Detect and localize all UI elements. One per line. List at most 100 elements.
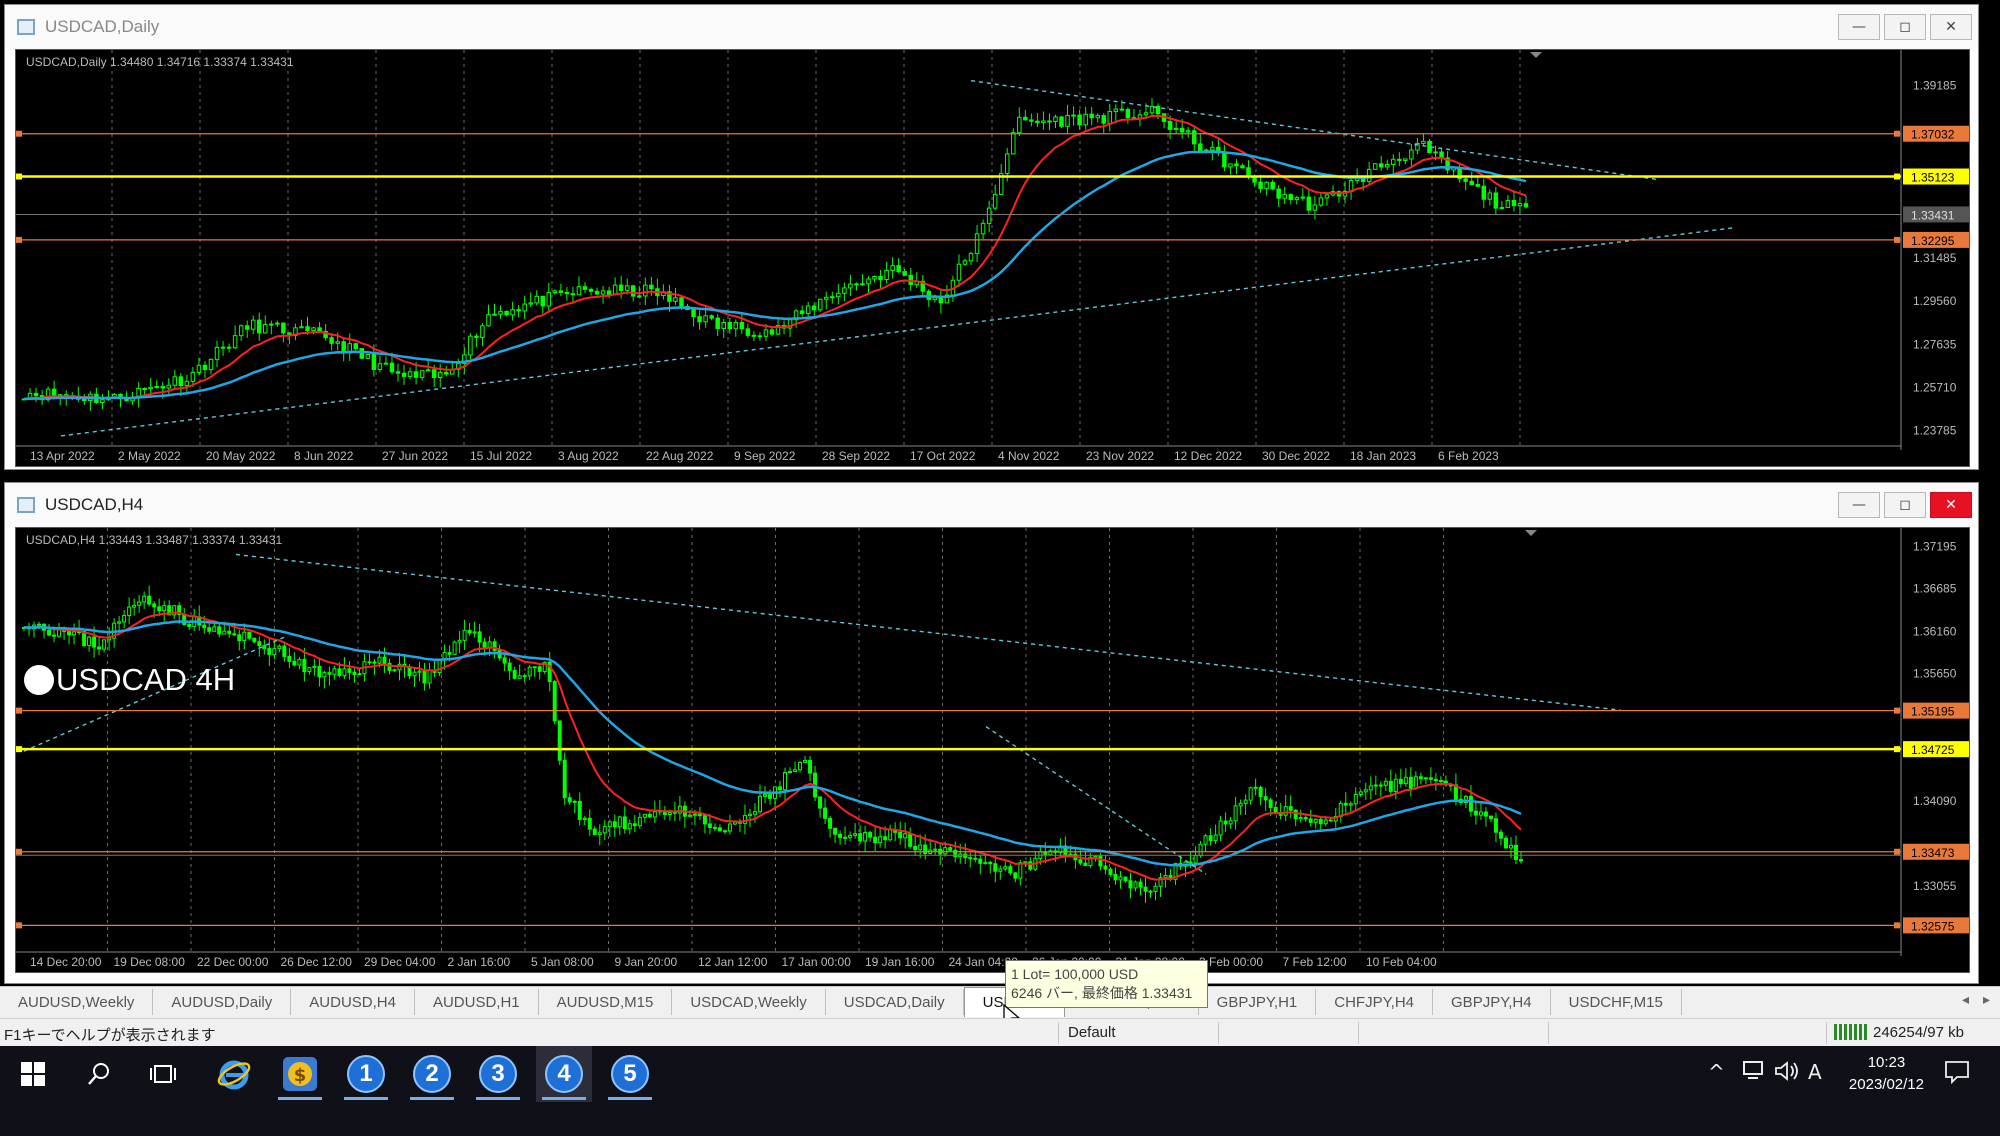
candle-body [932,297,938,300]
date-tick-label: 23 Nov 2022 [1086,449,1154,463]
metatrader-button[interactable]: $ [272,1046,328,1102]
task-view-button[interactable] [138,1046,188,1102]
chart-area[interactable]: 12 Dec 202214 Dec 20:0019 Dec 08:0022 De… [15,527,1970,973]
price-chart[interactable]: 25 Mar 202213 Apr 20222 May 202220 May 2… [16,50,1970,467]
clock[interactable]: 10:23 2023/02/12 [1849,1052,1924,1096]
tab-scroll-right-icon[interactable]: ▸ [1983,991,1990,1008]
date-tick-label: 6 Feb 2023 [1438,449,1499,463]
candle-body [627,823,632,830]
tab-gbpjpy-h4[interactable]: GBPJPY,H4 [1433,989,1551,1015]
tab-audusd-m15[interactable]: AUDUSD,M15 [539,989,673,1015]
candle-body [767,794,772,799]
show-hidden-icons-icon[interactable]: ^ [1708,1060,1725,1084]
candle-body [52,634,57,637]
candle-body [327,672,332,675]
candle-body [353,343,359,350]
candle-body [232,633,237,636]
price-chart[interactable]: 12 Dec 202214 Dec 20:0019 Dec 08:0022 De… [16,528,1970,973]
taskbar-app-5[interactable]: 5 [602,1046,658,1102]
candle-body [576,286,582,296]
candle-body [763,329,769,337]
candle-body [1308,818,1313,823]
minimize-button[interactable]: — [1838,14,1880,40]
candle-body [540,295,546,307]
date-tick-label: 27 Jun 2022 [382,449,448,463]
candle-body [988,861,993,865]
candle-body [707,823,712,828]
search-button[interactable] [74,1046,124,1102]
candle-body [1408,776,1413,789]
candle-body [721,321,726,329]
candle-body [212,626,217,632]
taskbar-app-1[interactable]: 1 [338,1046,394,1102]
date-tick-label: 2 May 2022 [118,449,181,463]
candle-body [1218,820,1223,836]
tab-scroll-left-icon[interactable]: ◂ [1962,991,1969,1008]
volume-icon[interactable] [1774,1060,1800,1087]
candle-body [642,813,647,818]
tab-usdchf-m15[interactable]: USDCHF,M15 [1551,989,1682,1015]
taskbar-app-3[interactable]: 3 [470,1046,526,1102]
candle-body [1248,787,1253,801]
candle-body [902,271,907,276]
svg-text:$: $ [294,1065,307,1086]
level-handle [1894,848,1900,855]
candle-body [572,800,577,803]
candle-body [649,284,654,290]
tab-audusd-weekly[interactable]: AUDUSD,Weekly [0,989,154,1015]
candle-body [1243,799,1248,804]
window-titlebar[interactable]: USDCAD,Daily — ◻ ✕ [5,5,1978,49]
start-button[interactable] [8,1046,58,1102]
network-icon[interactable] [1742,1060,1766,1087]
internet-explorer-button[interactable] [206,1046,262,1102]
tab-chfjpy-h4[interactable]: CHFJPY,H4 [1316,989,1434,1015]
candle-body [359,348,365,359]
candle-body [157,606,162,612]
candle-body [709,315,714,319]
candle-body [1253,786,1258,789]
candle-body [498,310,503,315]
running-indicator [608,1097,652,1100]
taskbar-app-4[interactable]: 4 [536,1046,592,1102]
candle-body [1268,799,1273,808]
level-handle [16,173,22,180]
candle-body [606,290,612,296]
candle-body [487,641,492,648]
price-tick-label: 1.29560 [1913,294,1957,308]
desktop: { "windows":{ "daily":{"title":"USDCAD,D… [0,0,2000,1136]
candle-body [1167,121,1173,130]
chart-area[interactable]: 25 Mar 202213 Apr 20222 May 202220 May 2… [15,49,1970,467]
candle-body [534,295,539,304]
tab-usdcad-daily[interactable]: USDCAD,Daily [826,989,964,1015]
minimize-button[interactable]: — [1838,492,1880,518]
tab-audusd-daily[interactable]: AUDUSD,Daily [153,989,292,1015]
connection-status: 246254/97 kb [1834,1024,1964,1041]
candle-body [1083,113,1088,126]
chart-window-h4[interactable]: USDCAD,H4 — ◻ ✕ 12 Dec 202214 Dec 20:001… [4,482,1979,984]
candle-body [1293,809,1298,820]
ime-indicator[interactable]: A [1808,1060,1822,1084]
candle-body [1013,872,1018,879]
tab-audusd-h1[interactable]: AUDUSD,H1 [415,989,539,1015]
chart-window-daily[interactable]: USDCAD,Daily — ◻ ✕ 25 Mar 202213 Apr 202… [4,4,1979,470]
candle-body [468,335,473,356]
candle-body [1433,778,1438,782]
candle-body [232,335,238,349]
candle-body [607,821,612,828]
notifications-icon[interactable] [1944,1060,1970,1089]
maximize-button[interactable]: ◻ [1884,14,1926,40]
close-button[interactable]: ✕ [1930,492,1972,518]
candle-body [335,341,340,344]
tab-gbpjpy-h1[interactable]: GBPJPY,H1 [1199,989,1317,1015]
candle-body [1123,876,1128,882]
maximize-button[interactable]: ◻ [1884,492,1926,518]
tab-usdcad-weekly[interactable]: USDCAD,Weekly [672,989,826,1015]
candle-body [1313,818,1318,823]
window-titlebar[interactable]: USDCAD,H4 — ◻ ✕ [5,483,1978,527]
candle-body [1185,130,1191,133]
tab-audusd-h4[interactable]: AUDUSD,H4 [291,989,415,1015]
taskbar-app-2[interactable]: 2 [404,1046,460,1102]
close-button[interactable]: ✕ [1930,14,1972,40]
candle-body [843,836,848,839]
candle-body [612,821,617,828]
